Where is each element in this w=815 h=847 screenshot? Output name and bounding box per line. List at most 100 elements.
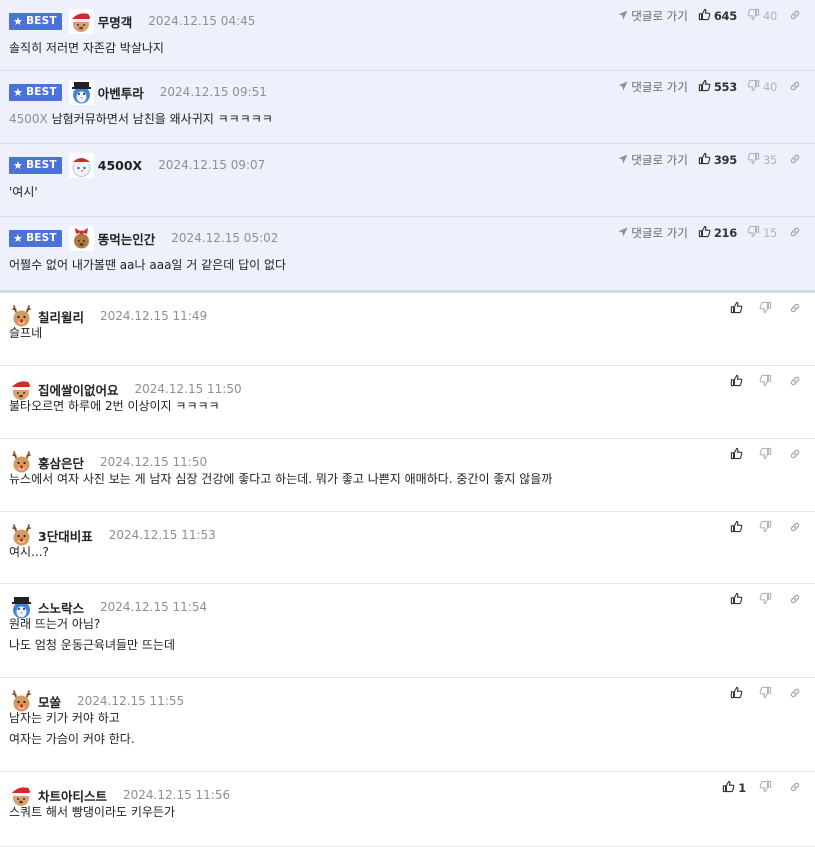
thumbs-down-icon (747, 79, 763, 95)
share-link-button[interactable] (789, 448, 801, 463)
best-badge: ★ BEST (9, 12, 62, 30)
like-count: 395 (713, 153, 737, 167)
star-icon: ★ (13, 231, 24, 245)
share-link-button[interactable] (789, 781, 801, 796)
comment-actions (730, 300, 801, 318)
best-comment: ★ BEST 아벤투라 2024.12.15 09:51 댓글로 가기 553 4… (0, 71, 815, 144)
comment-time: 2024.12.15 05:02 (171, 231, 279, 245)
like-count: 645 (713, 9, 737, 23)
comment-text: '여시' (9, 185, 38, 199)
star-icon: ★ (13, 14, 24, 28)
like-button[interactable]: 395 (698, 152, 737, 168)
avatar-penguin-hat[interactable] (68, 79, 94, 105)
dislike-count: 35 (762, 153, 777, 167)
comment-time: 2024.12.15 11:56 (123, 788, 231, 802)
share-link-button[interactable] (789, 153, 801, 168)
dislike-button[interactable] (759, 374, 775, 390)
dislike-button[interactable] (759, 686, 775, 702)
comment-text: 슬프네 (9, 326, 43, 340)
reply-link[interactable]: 댓글로 가기 (618, 8, 688, 24)
thumbs-up-icon (698, 225, 714, 241)
like-button[interactable] (730, 301, 746, 317)
like-count: 216 (713, 226, 737, 240)
dislike-button[interactable] (759, 447, 775, 463)
share-link-button[interactable] (789, 9, 801, 24)
reply-link[interactable]: 댓글로 가기 (618, 152, 688, 168)
thumbs-up-icon (722, 780, 738, 796)
comment-time: 2024.12.15 09:07 (158, 158, 266, 172)
dislike-button[interactable] (759, 592, 775, 608)
mention[interactable]: 4500X (9, 112, 52, 126)
comment-text: 솔직히 저러면 자존감 박살나지 (9, 41, 164, 55)
best-comment: ★ BEST 4500X 2024.12.15 09:07 댓글로 가기 395 … (0, 144, 815, 217)
link-icon (789, 593, 801, 608)
share-link-button[interactable] (789, 375, 801, 390)
comment: 칠리윌리 2024.12.15 11:49 슬프네 (0, 293, 815, 366)
comment-actions: 1 (722, 779, 801, 797)
like-button[interactable]: 1 (722, 780, 746, 796)
avatar-gift[interactable] (68, 225, 94, 251)
comment-text: 어쩔수 없어 내가볼땐 aa나 aaa일 거 같은데 답이 없다 (9, 258, 287, 272)
comment-header: ★ BEST 똥먹는인간 2024.12.15 05:02 (9, 225, 278, 251)
comment-actions: 댓글로 가기 645 40 (618, 7, 801, 25)
avatar-snowman[interactable] (68, 152, 94, 178)
like-button[interactable] (730, 592, 746, 608)
dislike-count: 15 (762, 226, 777, 240)
comment-header: ★ BEST 아벤투라 2024.12.15 09:51 (9, 79, 267, 105)
comment-list: ★ BEST 무명객 2024.12.15 04:45 댓글로 가기 645 40… (0, 0, 815, 847)
thumbs-down-icon (747, 8, 763, 24)
link-icon (789, 153, 801, 168)
thumbs-up-icon (730, 447, 746, 463)
reply-link[interactable]: 댓글로 가기 (618, 225, 688, 241)
send-icon (618, 10, 628, 20)
link-icon (789, 687, 801, 702)
comment-actions (730, 446, 801, 464)
link-icon (789, 9, 801, 24)
thumbs-up-icon (698, 79, 714, 95)
like-button[interactable]: 553 (698, 79, 737, 95)
thumbs-up-icon (730, 374, 746, 390)
send-icon (618, 9, 631, 23)
author-nickname[interactable]: 무명객 (98, 12, 133, 31)
dislike-button[interactable]: 35 (747, 152, 777, 168)
comment-time: 2024.12.15 11:49 (100, 309, 208, 323)
comment-time: 2024.12.15 11:50 (134, 382, 242, 396)
comment: 집에쌀이없어요 2024.12.15 11:50 불타오르면 하루에 2번 이상… (0, 366, 815, 439)
thumbs-down-icon (759, 374, 775, 390)
share-link-button[interactable] (789, 226, 801, 241)
author-nickname[interactable]: 칠리윌리 (38, 307, 84, 326)
share-link-button[interactable] (789, 302, 801, 317)
like-button[interactable] (730, 520, 746, 536)
dislike-count: 40 (762, 9, 777, 23)
like-button[interactable] (730, 686, 746, 702)
author-nickname[interactable]: 4500X (98, 158, 142, 173)
thumbs-down-icon (747, 225, 763, 241)
thumbs-down-icon (759, 301, 775, 317)
thumbs-down-icon (759, 780, 775, 796)
share-link-button[interactable] (789, 687, 801, 702)
dislike-button[interactable] (759, 520, 775, 536)
share-link-button[interactable] (789, 593, 801, 608)
dislike-button[interactable]: 40 (747, 8, 777, 24)
comment-time: 2024.12.15 04:45 (148, 14, 256, 28)
thumbs-up-icon (698, 8, 714, 24)
thumbs-down-icon (759, 592, 775, 608)
author-nickname[interactable]: 아벤투라 (98, 83, 144, 102)
dislike-button[interactable] (759, 301, 775, 317)
reply-link[interactable]: 댓글로 가기 (618, 79, 688, 95)
share-link-button[interactable] (789, 80, 801, 95)
dislike-button[interactable] (759, 780, 775, 796)
thumbs-up-icon (730, 686, 746, 702)
comment-time: 2024.12.15 11:53 (108, 528, 216, 542)
dislike-button[interactable]: 40 (747, 79, 777, 95)
author-nickname[interactable]: 똥먹는인간 (98, 229, 156, 248)
dislike-button[interactable]: 15 (747, 225, 777, 241)
like-button[interactable]: 216 (698, 225, 737, 241)
dislike-count: 40 (762, 80, 777, 94)
like-button[interactable]: 645 (698, 8, 737, 24)
share-link-button[interactable] (789, 521, 801, 536)
thumbs-up-icon (698, 152, 714, 168)
avatar-santa-hat[interactable] (68, 8, 94, 34)
like-button[interactable] (730, 374, 746, 390)
like-button[interactable] (730, 447, 746, 463)
